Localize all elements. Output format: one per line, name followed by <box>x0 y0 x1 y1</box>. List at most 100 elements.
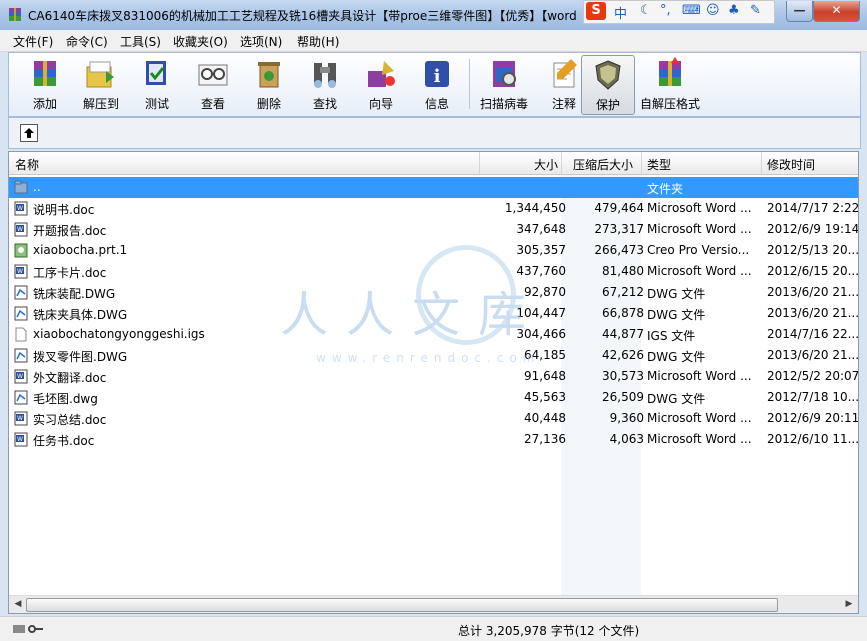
file-type: DWG 文件 <box>647 308 706 322</box>
toolbar-test-label: 测试 <box>144 97 169 111</box>
file-modified: 2012/5/2 20:07 <box>767 369 859 383</box>
menu-tools[interactable]: 工具(S) <box>120 33 161 50</box>
svg-text:i: i <box>434 66 441 87</box>
file-packed-size: 9,360 <box>609 411 644 425</box>
file-packed-size: 30,573 <box>602 369 644 383</box>
svg-text:W: W <box>17 415 23 422</box>
file-type: Microsoft Word ... <box>647 411 752 425</box>
menu-file[interactable]: 文件(F) <box>13 33 53 50</box>
svg-text:W: W <box>17 226 23 233</box>
file-name: 任务书.doc <box>33 434 95 448</box>
winrar-app-icon[interactable] <box>7 7 23 23</box>
file-size: 305,357 <box>516 243 566 257</box>
file-modified: 2013/6/20 21... <box>767 306 859 320</box>
toolbar-info-button[interactable]: i 信息 <box>409 55 465 113</box>
file-modified: 2012/6/10 11... <box>767 432 859 446</box>
toolbar-info-label: 信息 <box>424 97 449 111</box>
file-name: 开题报告.doc <box>33 224 107 238</box>
horizontal-scrollbar[interactable]: ◀ ▶ <box>9 595 858 613</box>
up-folder-icon[interactable] <box>20 124 38 142</box>
column-header-packed[interactable]: 压缩后大小 <box>573 156 633 173</box>
toolbar-sfx-label: 自解压格式 <box>639 97 700 111</box>
folder-file-icon <box>14 180 28 195</box>
toolbar-view-label: 查看 <box>200 97 225 111</box>
view-icon <box>198 64 228 86</box>
file-modified: 2012/6/9 20:11 <box>767 411 859 425</box>
file-name: 工序卡片.doc <box>33 266 107 280</box>
file-type: IGS 文件 <box>647 329 696 343</box>
column-header-size[interactable]: 大小 <box>534 156 558 173</box>
file-list: 名称 大小 压缩后大小 类型 修改时间 .. 文件夹 W 说明书.doc 1,344,4… <box>8 151 859 614</box>
file-row[interactable]: W 任务书.doc 27,136 4,063 Microsoft Word ... 201… <box>9 429 858 450</box>
toolbar-test-button[interactable]: 测试 <box>129 55 185 113</box>
minimize-button[interactable]: — <box>786 1 813 22</box>
ime-toolbar[interactable]: S 中 ☾ °, ⌨ ☺ ♣ ✎ <box>583 0 775 24</box>
toolbar-wizard-button[interactable]: 向导 <box>353 55 409 113</box>
file-row[interactable]: W 实习总结.doc 40,448 9,360 Microsoft Word ... 20… <box>9 408 858 429</box>
file-type: 文件夹 <box>647 182 684 196</box>
file-packed-size: 4,063 <box>609 432 644 446</box>
column-header-modified[interactable]: 修改时间 <box>767 156 815 173</box>
file-row[interactable]: W 外文翻译.doc 91,648 30,573 Microsoft Word ... 2… <box>9 366 858 387</box>
word-file-icon: W <box>14 432 28 447</box>
wrench-icon[interactable]: ✎ <box>750 3 761 18</box>
user-icon[interactable]: ☺ <box>706 3 720 18</box>
toolbar-scan-virus-button[interactable]: 扫描病毒 <box>471 55 537 113</box>
file-row[interactable]: xiaobocha.prt.1 305,357 266,473 Creo Pro Ve… <box>9 240 858 261</box>
toolbar-find-label: 查找 <box>312 97 337 111</box>
file-packed-size: 81,480 <box>602 264 644 278</box>
toolbar-delete-button[interactable]: 删除 <box>241 55 297 113</box>
column-header-type[interactable]: 类型 <box>647 156 671 173</box>
file-size: 91,648 <box>524 369 566 383</box>
file-packed-size: 266,473 <box>594 243 644 257</box>
toolbar-scan-virus-label: 扫描病毒 <box>479 97 528 111</box>
scroll-right-arrow-icon[interactable]: ▶ <box>842 598 856 610</box>
status-bar: 总计 3,205,978 字节(12 个文件) <box>0 616 867 641</box>
file-row[interactable]: 铣床夹具体.DWG 104,447 66,878 DWG 文件 2013/6/20 21… <box>9 303 858 324</box>
svg-text:W: W <box>17 268 23 275</box>
file-modified: 2012/6/9 19:14 <box>767 222 859 236</box>
column-header-name[interactable]: 名称 <box>15 156 39 173</box>
file-row[interactable]: 拨叉零件图.DWG 64,185 42,626 DWG 文件 2013/6/20 21.… <box>9 345 858 366</box>
file-type: Microsoft Word ... <box>647 264 752 278</box>
toolbar-find-button[interactable]: 查找 <box>297 55 353 113</box>
file-row[interactable]: W 说明书.doc 1,344,450 479,464 Microsoft Word .… <box>9 198 858 219</box>
file-name: .. <box>33 180 41 194</box>
sfx-icon <box>659 57 681 86</box>
file-type: Microsoft Word ... <box>647 222 752 236</box>
file-row[interactable]: 铣床装配.DWG 92,870 67,212 DWG 文件 2013/6/20 21..… <box>9 282 858 303</box>
toolbar-extract-button[interactable]: 解压到 <box>73 55 129 113</box>
toolbar-view-button[interactable]: 查看 <box>185 55 241 113</box>
toolbar-sfx-button[interactable]: 自解压格式 <box>635 55 705 113</box>
dwg-file-icon <box>14 390 28 405</box>
file-row[interactable]: W 工序卡片.doc 437,760 81,480 Microsoft Word ...… <box>9 261 858 282</box>
file-modified: 2012/7/18 10... <box>767 390 859 404</box>
file-name: xiaobocha.prt.1 <box>33 243 128 257</box>
file-size: 40,448 <box>524 411 566 425</box>
shirt-icon[interactable]: ♣ <box>728 3 740 18</box>
title-bar: CA6140车床拨叉831006的机械加工工艺规程及铣16槽夹具设计【带proe… <box>0 0 867 30</box>
file-size: 27,136 <box>524 432 566 446</box>
ime-mode-indicator[interactable]: 中 <box>614 3 627 22</box>
scroll-left-arrow-icon[interactable]: ◀ <box>11 598 25 610</box>
file-modified: 2013/6/20 21... <box>767 285 859 299</box>
toolbar-add-button[interactable]: 添加 <box>17 55 73 113</box>
punctuation-icon[interactable]: °, <box>660 3 671 18</box>
moon-icon[interactable]: ☾ <box>640 3 652 18</box>
add-icon <box>34 61 56 86</box>
keyboard-icon[interactable]: ⌨ <box>682 3 701 18</box>
menu-help[interactable]: 帮助(H) <box>297 33 339 50</box>
file-row[interactable]: xiaobochatongyonggeshi.igs 304,466 44,877 I… <box>9 324 858 345</box>
file-row[interactable]: .. 文件夹 <box>9 177 858 198</box>
menu-command[interactable]: 命令(C) <box>66 33 108 50</box>
svg-text:W: W <box>17 373 23 380</box>
close-button[interactable]: ✕ <box>813 1 860 22</box>
scroll-thumb[interactable] <box>26 598 778 612</box>
menu-favorites[interactable]: 收藏夹(O) <box>173 33 228 50</box>
file-row[interactable]: W 开题报告.doc 347,648 273,317 Microsoft Word ..… <box>9 219 858 240</box>
sogou-logo[interactable]: S <box>586 2 606 20</box>
file-row[interactable]: 毛坯图.dwg 45,563 26,509 DWG 文件 2012/7/18 10... <box>9 387 858 408</box>
menu-options[interactable]: 选项(N) <box>240 33 282 50</box>
file-name: 外文翻译.doc <box>33 371 107 385</box>
toolbar-protect-button[interactable]: 保护 <box>581 55 635 115</box>
